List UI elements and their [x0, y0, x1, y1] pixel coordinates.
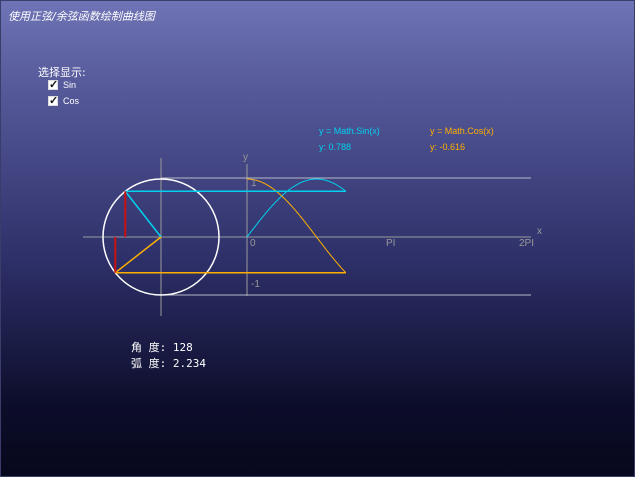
- sin-formula: y = Math.Sin(x): [319, 126, 380, 136]
- sin-radius-line: [124, 190, 162, 238]
- cos-curve: [247, 178, 347, 274]
- tick-minus-one: -1: [251, 279, 260, 290]
- radian-readout: 弧 度: 2.234: [131, 357, 206, 370]
- angle-readout: 角 度: 128: [131, 341, 193, 354]
- tick-two-pi: 2PI: [519, 238, 534, 249]
- x-axis-label: x: [537, 226, 542, 237]
- cos-formula: y = Math.Cos(x): [430, 126, 494, 136]
- sin-curve: [246, 178, 347, 238]
- cos-value: y: -0.616: [430, 142, 465, 152]
- tick-zero: 0: [250, 238, 256, 249]
- tick-pi: PI: [386, 238, 395, 249]
- y-axis-label: y: [243, 152, 248, 163]
- cos-radius-line: [114, 236, 162, 274]
- tick-one: 1: [251, 178, 257, 189]
- sin-cos-plot: y x 1 -1 0 PI 2PI y = Math.Sin(x) y: 0.7…: [83, 126, 542, 316]
- sin-value: y: 0.788: [319, 142, 351, 152]
